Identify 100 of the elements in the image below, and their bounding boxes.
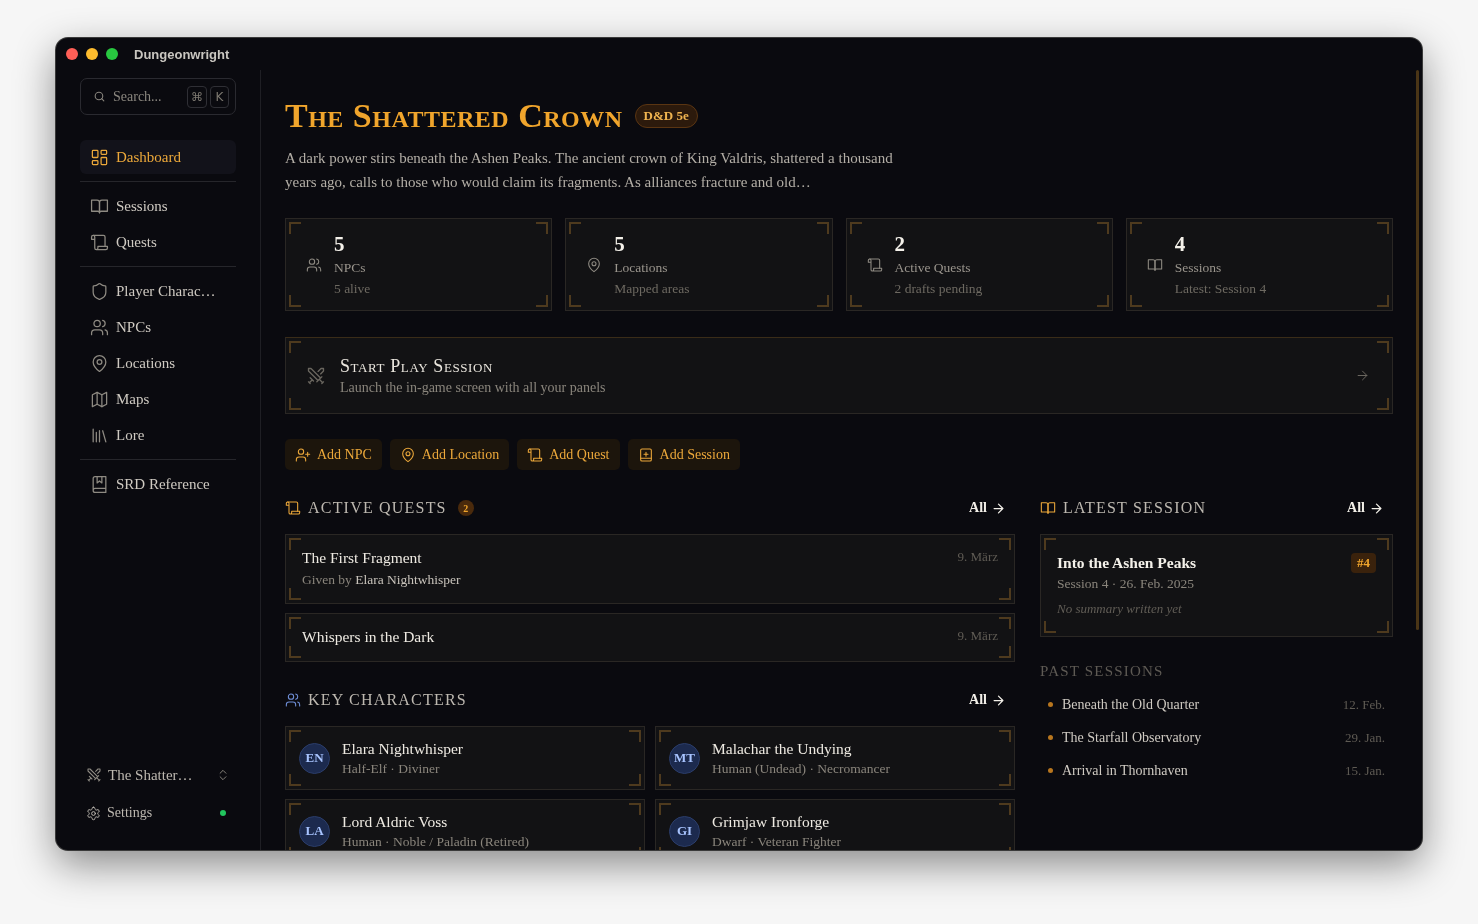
- scrollbar[interactable]: [1416, 70, 1419, 630]
- add-button[interactable]: Add Location: [389, 439, 510, 470]
- bullet-dot: [1048, 735, 1053, 740]
- corner-bracket: [999, 646, 1011, 658]
- book-icon: [1146, 256, 1163, 273]
- see-all-link[interactable]: All: [969, 692, 1006, 708]
- sidebar-item[interactable]: Quests: [80, 225, 236, 259]
- character-details: Human · Noble / Paladin (Retired): [342, 833, 530, 850]
- stat-label: Locations: [614, 258, 669, 277]
- map-pin-icon: [90, 353, 109, 373]
- character-details: Half-Elf · Diviner: [342, 760, 441, 777]
- corner-bracket: [816, 295, 829, 307]
- settings-item[interactable]: Settings: [80, 798, 236, 828]
- past-session-title: The Starfall Observatory: [1062, 729, 1203, 746]
- corner-bracket: [999, 803, 1011, 815]
- sidebar-item[interactable]: Locations: [80, 346, 236, 380]
- campaign-title: The Shattered Crown: [285, 96, 623, 136]
- corner-bracket: [659, 774, 671, 786]
- see-all-link[interactable]: All: [969, 500, 1006, 516]
- section-title: LATEST SESSION: [1063, 499, 1207, 517]
- sidebar-item[interactable]: Maps: [80, 382, 236, 416]
- minimize-button[interactable]: [86, 48, 98, 60]
- quest-card[interactable]: Whispers in the Dark 9. März: [285, 613, 1015, 662]
- system-badge: D&D 5e: [634, 104, 698, 128]
- shortcut-key: K: [210, 85, 229, 108]
- stat-label: Sessions: [1174, 258, 1223, 277]
- character-card[interactable]: MT Malachar the Undying Human (Undead) · Necromancer: [655, 726, 1015, 790]
- scroll-icon: [527, 446, 544, 463]
- add-button[interactable]: Add Session: [627, 439, 740, 470]
- shortcut-key: ⌘: [187, 85, 207, 108]
- bookmarked-book-icon: [90, 474, 109, 494]
- start-session-title: Start Play Session: [340, 355, 494, 377]
- corner-bracket: [1129, 222, 1142, 234]
- add-button[interactable]: Add Quest: [517, 439, 620, 470]
- past-session-date: 29. Jan.: [1344, 729, 1385, 746]
- stat-detail: 5 alive: [334, 279, 371, 298]
- crossed-swords-icon: [306, 365, 326, 386]
- sidebar-item[interactable]: Sessions: [80, 189, 236, 223]
- past-session-date: 12. Feb.: [1342, 696, 1385, 713]
- campaign-switcher[interactable]: The Shatter…: [80, 760, 236, 790]
- corner-bracket: [569, 295, 582, 307]
- user-plus-icon: [295, 446, 311, 463]
- search-input[interactable]: Search...: [113, 88, 180, 105]
- quest-card[interactable]: The First Fragment Given by Elara Nightwhisper 9. März: [285, 534, 1015, 604]
- corner-bracket: [629, 774, 641, 786]
- corner-bracket: [289, 538, 301, 550]
- arrow-right-icon: [991, 500, 1006, 516]
- map-pin-icon: [399, 446, 416, 463]
- character-avatar: LA: [299, 815, 330, 847]
- stat-value: 5: [334, 230, 346, 257]
- corner-bracket: [289, 803, 301, 815]
- session-card[interactable]: Into the Ashen Peaks #4 Session 4 · 26. Feb. 2025 No summary written yet: [1040, 534, 1393, 637]
- start-session-subtitle: Launch the in-game screen with all your panels: [340, 379, 607, 396]
- stat-label: Active Quests: [894, 258, 972, 277]
- corner-bracket: [1096, 295, 1109, 307]
- corner-bracket: [999, 774, 1011, 786]
- close-button[interactable]: [66, 48, 78, 60]
- character-name: Malachar the Undying: [712, 739, 853, 758]
- corner-bracket: [289, 341, 301, 353]
- quest-title: Whispers in the Dark: [302, 628, 436, 646]
- scroll-icon: [285, 500, 301, 516]
- corner-bracket: [629, 803, 641, 815]
- corner-bracket: [629, 730, 641, 742]
- see-all-link[interactable]: All: [1347, 500, 1384, 516]
- scroll-icon: [866, 256, 883, 273]
- corner-bracket: [999, 538, 1011, 550]
- map-icon: [90, 389, 109, 409]
- past-session-date: 15. Jan.: [1344, 762, 1385, 779]
- bullet-dot: [1048, 768, 1053, 773]
- character-avatar: MT: [669, 742, 700, 774]
- sidebar-item[interactable]: Lore: [80, 418, 236, 452]
- corner-bracket: [289, 617, 301, 629]
- sidebar-item[interactable]: Dashboard: [80, 140, 236, 174]
- search-bar[interactable]: Search... ⌘ K: [80, 78, 236, 115]
- zoom-button[interactable]: [106, 48, 118, 60]
- corner-bracket: [569, 222, 582, 234]
- character-name: Elara Nightwhisper: [342, 739, 463, 758]
- scroll-icon: [90, 232, 109, 252]
- character-avatar: EN: [299, 742, 330, 774]
- shield-icon: [90, 281, 109, 301]
- stat-detail: Latest: Session 4: [1174, 279, 1267, 298]
- character-card[interactable]: GI Grimjaw Ironforge Dwarf · Veteran Fighter: [655, 799, 1015, 850]
- corner-bracket: [289, 730, 301, 742]
- start-session-card[interactable]: Start Play Session Launch the in-game screen with all your panels: [285, 337, 1393, 414]
- character-name: Grimjaw Ironforge: [712, 812, 831, 831]
- character-card[interactable]: EN Elara Nightwhisper Half-Elf · Diviner: [285, 726, 645, 790]
- window-title: Dungeonwright: [134, 46, 230, 62]
- corner-bracket: [1044, 538, 1056, 550]
- sidebar-item[interactable]: Player Charac…: [80, 274, 236, 308]
- corner-bracket: [999, 730, 1011, 742]
- corner-bracket: [659, 803, 671, 815]
- settings-icon: [86, 805, 101, 821]
- quest-date: 9. März: [957, 628, 998, 644]
- sidebar-item[interactable]: NPCs: [80, 310, 236, 344]
- character-card[interactable]: LA Lord Aldric Voss Human · Noble / Paladin (Retired): [285, 799, 645, 850]
- add-button[interactable]: Add NPC: [285, 439, 382, 470]
- count-badge: 2: [457, 500, 474, 516]
- section-title: PAST SESSIONS: [1040, 663, 1165, 680]
- sidebar-item[interactable]: SRD Reference: [80, 467, 236, 501]
- users-icon: [90, 317, 109, 337]
